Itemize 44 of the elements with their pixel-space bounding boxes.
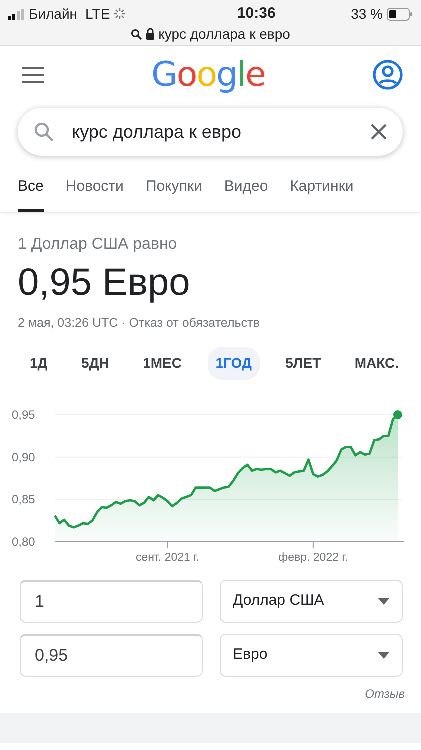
range-tab[interactable]: 1Д	[22, 346, 56, 380]
search-icon	[130, 28, 142, 40]
address-text[interactable]: курс доллара к евро	[158, 24, 290, 44]
dropdown-caret-icon	[378, 598, 390, 605]
axis-label: 0,80	[12, 534, 36, 549]
search-tab[interactable]: Видео	[224, 168, 268, 212]
search-tab[interactable]: Картинки	[290, 168, 354, 212]
battery-icon	[386, 8, 413, 20]
network-type: LTE	[86, 4, 110, 24]
search-icon	[34, 122, 54, 142]
search-tab[interactable]: Все	[18, 168, 44, 212]
axis-label: 0,90	[12, 450, 36, 464]
axis-label: сент. 2021 г.	[136, 552, 200, 564]
axis-label: 0,95	[12, 408, 36, 422]
range-tab[interactable]: 1ГОД	[208, 346, 260, 380]
search-tab[interactable]: Покупки	[146, 168, 202, 212]
currency-select[interactable]: Евро	[220, 634, 403, 677]
range-tab[interactable]: 1МЕС	[135, 346, 190, 380]
timestamp-text: 2 мая, 03:26 UTC · Отказ от обязательств	[18, 314, 260, 332]
logo[interactable]: Google	[152, 50, 266, 100]
range-tab[interactable]: 5ЛЕТ	[278, 346, 330, 380]
range-tab[interactable]: МАКС.	[346, 346, 407, 380]
result-subtitle: 1 Доллар США равно	[18, 234, 178, 254]
amount-field[interactable]: 0,95	[20, 634, 203, 677]
search-field[interactable]: курс доллара к евро	[70, 118, 355, 146]
exchange-rate: 0,95 Евро	[18, 260, 190, 306]
feedback-link[interactable]: Отзыв	[365, 684, 405, 703]
range-tab[interactable]: 5ДН	[73, 346, 118, 380]
battery-percent: 33 %	[351, 4, 383, 24]
end-point-marker	[394, 410, 402, 420]
axis-label: 0,85	[12, 492, 36, 506]
amount-field[interactable]: 1	[20, 580, 203, 623]
loading-icon	[114, 8, 126, 20]
lock-icon	[146, 28, 155, 40]
clock-time: 10:36	[237, 4, 276, 24]
disclaimer-link[interactable]: Отказ от обязательств	[129, 316, 260, 330]
close-icon[interactable]	[371, 124, 387, 140]
dropdown-caret-icon	[378, 652, 390, 659]
axis-label: февр. 2022 г.	[278, 552, 348, 564]
signal-icon	[8, 8, 25, 20]
carrier-name: Билайн	[29, 4, 78, 24]
account-icon[interactable]	[372, 60, 403, 90]
currency-select[interactable]: Доллар США	[220, 580, 403, 623]
search-tab[interactable]: Новости	[66, 168, 124, 212]
